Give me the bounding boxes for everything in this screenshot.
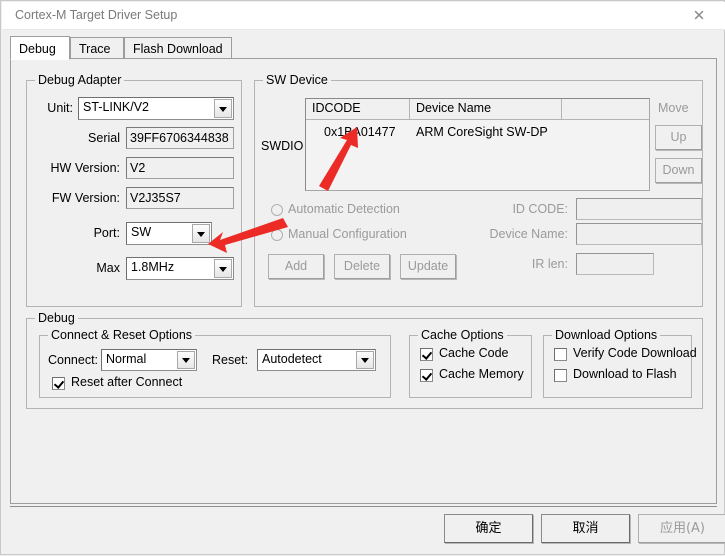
cache-memory-checkbox[interactable] (420, 369, 433, 382)
download-options-legend: Download Options (552, 328, 661, 342)
connect-reset-options-group: Connect & Reset Options Connect: Normal … (39, 328, 391, 398)
tab-flash-download-label: Flash Download (133, 42, 223, 56)
serial-label: Serial (88, 131, 120, 145)
fw-version-field: V2J35S7 (126, 187, 234, 209)
debug-adapter-group: Debug Adapter Unit: ST-LINK/V2 Serial 39… (26, 73, 242, 307)
sw-device-group: SW Device SWDIO IDCODE Device Name 0x1BA… (254, 73, 703, 307)
connect-reset-options-legend: Connect & Reset Options (48, 328, 196, 342)
swdio-label: SWDIO (261, 139, 304, 153)
ir-len-field[interactable] (576, 253, 654, 275)
unit-label: Unit: (47, 101, 73, 115)
column-header-device-name[interactable]: Device Name (410, 99, 562, 119)
debug-group-legend: Debug (35, 311, 78, 325)
fw-version-label: FW Version: (51, 191, 120, 205)
id-code-label: ID CODE: (512, 202, 568, 216)
close-button[interactable]: ✕ (677, 2, 721, 29)
move-up-label: Up (670, 130, 687, 145)
manual-configuration-label: Manual Configuration (288, 227, 407, 241)
apply-button[interactable]: 应用(A) (638, 514, 725, 543)
cache-options-legend: Cache Options (418, 328, 507, 342)
reset-combo[interactable]: Autodetect (257, 349, 376, 371)
automatic-detection-radio[interactable] (271, 204, 283, 216)
max-label: Max (96, 261, 120, 275)
tab-debug[interactable]: Debug (10, 36, 70, 60)
window-title: Cortex-M Target Driver Setup (15, 8, 178, 22)
connect-label: Connect: (48, 353, 99, 367)
hw-version-label: HW Version: (50, 161, 120, 175)
move-label: Move (658, 101, 689, 115)
device-name-field[interactable] (576, 223, 702, 245)
chevron-down-icon[interactable] (214, 259, 232, 278)
cache-code-checkbox[interactable] (420, 348, 433, 361)
chevron-down-icon[interactable] (214, 99, 232, 118)
ir-len-label: IR len: (531, 257, 568, 271)
add-label: Add (284, 259, 308, 274)
reset-combo-value: Autodetect (262, 352, 322, 366)
max-combo-value: 1.8MHz (131, 260, 175, 274)
id-code-field[interactable] (576, 198, 702, 220)
tab-flash-download[interactable]: Flash Download (124, 37, 232, 59)
move-down-button[interactable]: Down (655, 158, 702, 183)
debug-adapter-legend: Debug Adapter (35, 73, 125, 87)
row-device-name: ARM CoreSight SW-DP (416, 125, 548, 139)
connect-combo-value: Normal (106, 352, 147, 366)
verify-code-download-checkbox[interactable] (554, 348, 567, 361)
serial-field: 39FF6706344838 (126, 127, 234, 149)
chevron-down-icon[interactable] (356, 351, 374, 369)
sw-device-list[interactable]: IDCODE Device Name 0x1BA01477 ARM CoreSi… (305, 98, 650, 191)
tab-trace[interactable]: Trace (70, 37, 124, 59)
close-icon: ✕ (692, 6, 706, 24)
tab-strip: Debug Trace Flash Download (10, 36, 717, 60)
tab-trace-label: Trace (79, 42, 111, 56)
target-driver-setup-dialog: Cortex-M Target Driver Setup ✕ Debug Tra… (0, 0, 725, 555)
cancel-button[interactable]: 取消 (541, 514, 630, 543)
chevron-down-icon[interactable] (177, 351, 195, 369)
port-label: Port: (93, 226, 120, 240)
download-options-group: Download Options Verify Code Download Do… (543, 328, 697, 398)
sw-device-legend: SW Device (263, 73, 331, 87)
title-bar: Cortex-M Target Driver Setup ✕ (2, 2, 725, 30)
tab-debug-label: Debug (19, 42, 56, 56)
port-combo[interactable]: SW (126, 222, 212, 245)
cancel-label: 取消 (572, 521, 599, 536)
footer-separator (10, 506, 717, 508)
ok-label: 确定 (475, 521, 502, 536)
download-to-flash-label: Download to Flash (573, 367, 677, 381)
cache-options-group: Cache Options Cache Code Cache Memory (409, 328, 532, 398)
debug-group: Debug Connect & Reset Options Connect: N… (26, 311, 703, 409)
move-down-label: Down (662, 163, 695, 178)
connect-combo[interactable]: Normal (101, 349, 197, 371)
delete-label: Delete (343, 259, 381, 274)
automatic-detection-label: Automatic Detection (288, 202, 400, 216)
max-combo[interactable]: 1.8MHz (126, 257, 234, 280)
move-up-button[interactable]: Up (655, 125, 702, 150)
cache-code-label: Cache Code (439, 346, 509, 360)
cache-memory-label: Cache Memory (439, 367, 524, 381)
ok-button[interactable]: 确定 (444, 514, 533, 543)
unit-combo-value: ST-LINK/V2 (83, 100, 149, 114)
verify-code-download-label: Verify Code Download (573, 346, 697, 360)
reset-label: Reset: (212, 353, 249, 367)
port-combo-value: SW (131, 225, 152, 239)
debug-tab-panel: Debug Adapter Unit: ST-LINK/V2 Serial 39… (10, 58, 717, 504)
reset-after-connect-label: Reset after Connect (71, 375, 183, 389)
unit-combo[interactable]: ST-LINK/V2 (78, 97, 234, 120)
chevron-down-icon[interactable] (192, 224, 210, 243)
device-name-label: Device Name: (489, 227, 569, 241)
download-to-flash-checkbox[interactable] (554, 369, 567, 382)
sw-device-list-header: IDCODE Device Name (306, 99, 649, 120)
manual-configuration-radio[interactable] (271, 229, 283, 241)
apply-label: 应用(A) (659, 521, 706, 536)
hw-version-field: V2 (126, 157, 234, 179)
reset-after-connect-checkbox[interactable] (52, 377, 65, 390)
delete-button[interactable]: Delete (334, 254, 390, 279)
add-button[interactable]: Add (268, 254, 324, 279)
column-header-blank[interactable] (562, 99, 651, 119)
row-idcode: 0x1BA01477 (324, 125, 396, 139)
column-header-idcode[interactable]: IDCODE (306, 99, 410, 119)
